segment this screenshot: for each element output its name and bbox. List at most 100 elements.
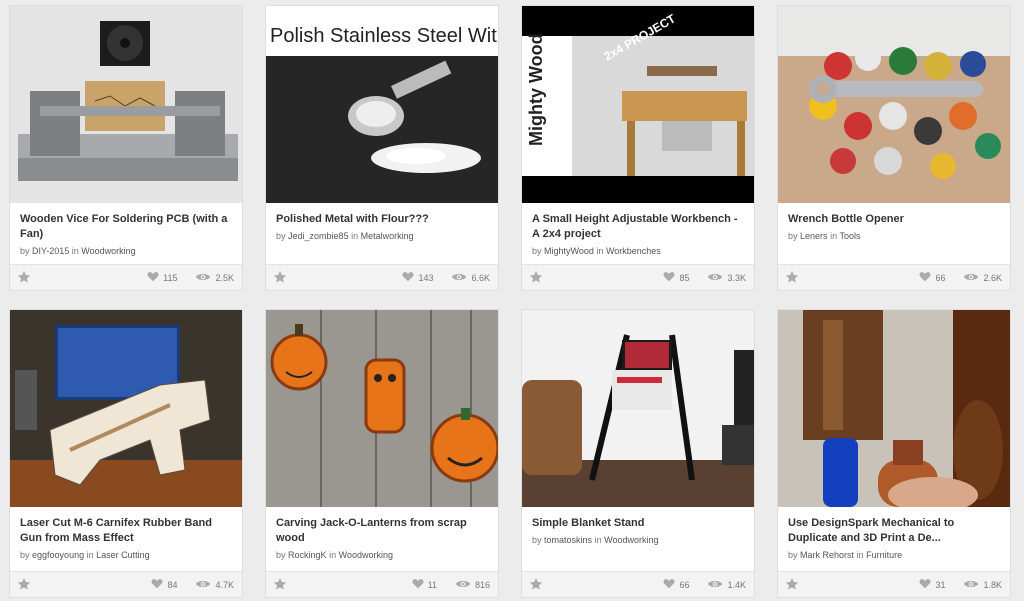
- heart-icon: [412, 578, 424, 591]
- views-count: 816: [474, 579, 490, 590]
- category-link[interactable]: Metalworking: [361, 231, 414, 241]
- project-title[interactable]: Carving Jack-O-Lanterns from scrap wood: [276, 516, 490, 546]
- project-title[interactable]: Use DesignSpark Mechanical to Duplicate …: [788, 516, 1002, 546]
- project-meta: by Leners in Tools: [788, 231, 1002, 241]
- project-title[interactable]: Wrench Bottle Opener: [788, 212, 1002, 227]
- category-link[interactable]: Woodworking: [339, 550, 393, 560]
- project-meta: by eggfooyoung in Laser Cutting: [20, 550, 234, 560]
- card-footer: 66 1.4K: [522, 571, 754, 597]
- card-footer: 31 1.8K: [778, 571, 1010, 597]
- in-label: in: [856, 550, 864, 560]
- heart-icon: [663, 578, 675, 591]
- project-card[interactable]: Use DesignSpark Mechanical to Duplicate …: [777, 309, 1011, 598]
- favorites-count: 66: [935, 272, 946, 283]
- project-thumbnail[interactable]: [266, 310, 498, 507]
- card-stats: 84 4.7K: [151, 578, 234, 591]
- card-stats: 66 2.6K: [919, 271, 1002, 284]
- views-count: 2.6K: [983, 272, 1002, 283]
- heart-icon: [151, 578, 163, 591]
- project-thumbnail[interactable]: Polish Stainless Steel With Flour: [266, 6, 498, 203]
- star-icon[interactable]: [785, 270, 799, 284]
- by-label: by: [276, 550, 286, 560]
- author-link[interactable]: Leners: [800, 231, 828, 241]
- project-thumbnail[interactable]: [778, 310, 1010, 507]
- project-title[interactable]: Wooden Vice For Soldering PCB (with a Fa…: [20, 212, 234, 242]
- project-card[interactable]: Wooden Vice For Soldering PCB (with a Fa…: [9, 5, 243, 291]
- views-count: 1.4K: [727, 579, 746, 590]
- author-link[interactable]: eggfooyoung: [32, 550, 84, 560]
- eye-icon: [451, 272, 467, 284]
- star-icon[interactable]: [17, 577, 31, 591]
- by-label: by: [788, 231, 798, 241]
- favorites-count: 66: [679, 579, 690, 590]
- project-meta: by tomatoskins in Woodworking: [532, 535, 746, 545]
- star-icon[interactable]: [17, 270, 31, 284]
- category-link[interactable]: Workbenches: [606, 246, 661, 256]
- heart-icon: [402, 271, 414, 284]
- project-card[interactable]: Wrench Bottle Opener by Leners in Tools …: [777, 5, 1011, 291]
- author-link[interactable]: tomatoskins: [544, 535, 592, 545]
- views-count: 6.6K: [471, 272, 490, 283]
- project-card[interactable]: Simple Blanket Stand by tomatoskins in W…: [521, 309, 755, 598]
- in-label: in: [596, 246, 604, 256]
- project-meta: by MightyWood in Workbenches: [532, 246, 746, 256]
- project-title[interactable]: Simple Blanket Stand: [532, 516, 746, 531]
- card-stats: 11 816: [412, 578, 490, 591]
- category-link[interactable]: Furniture: [866, 550, 902, 560]
- heart-icon: [919, 271, 931, 284]
- svg-text:Mighty Wood: Mighty Wood: [526, 33, 546, 146]
- star-icon[interactable]: [529, 577, 543, 591]
- project-card[interactable]: Carving Jack-O-Lanterns from scrap wood …: [265, 309, 499, 598]
- card-stats: 31 1.8K: [919, 578, 1002, 591]
- favorites-count: 31: [935, 579, 946, 590]
- views-count: 3.3K: [727, 272, 746, 283]
- project-card[interactable]: Polish Stainless Steel With Flour Polish…: [265, 5, 499, 291]
- project-thumbnail[interactable]: [778, 6, 1010, 203]
- category-link[interactable]: Woodworking: [81, 246, 135, 256]
- favorites-count: 143: [418, 272, 434, 283]
- favorites-count: 84: [167, 579, 178, 590]
- category-link[interactable]: Tools: [839, 231, 860, 241]
- project-meta: by Jedi_zombie85 in Metalworking: [276, 231, 490, 241]
- category-link[interactable]: Laser Cutting: [96, 550, 150, 560]
- project-thumbnail[interactable]: [10, 6, 242, 203]
- favorites-count: 85: [679, 272, 690, 283]
- eye-icon: [963, 579, 979, 591]
- star-icon[interactable]: [273, 577, 287, 591]
- views-count: 1.8K: [983, 579, 1002, 590]
- author-link[interactable]: Jedi_zombie85: [288, 231, 349, 241]
- heart-icon: [663, 271, 675, 284]
- project-title[interactable]: A Small Height Adjustable Workbench - A …: [532, 212, 746, 242]
- eye-icon: [455, 579, 471, 591]
- project-card[interactable]: Mighty Wood 2x4 PROJECT A Small Height A…: [521, 5, 755, 291]
- project-title[interactable]: Laser Cut M-6 Carnifex Rubber Band Gun f…: [20, 516, 234, 546]
- author-link[interactable]: MightyWood: [544, 246, 594, 256]
- project-title[interactable]: Polished Metal with Flour???: [276, 212, 490, 227]
- project-meta: by DIY-2015 in Woodworking: [20, 246, 234, 256]
- card-footer: 84 4.7K: [10, 571, 242, 597]
- author-link[interactable]: Mark Rehorst: [800, 550, 854, 560]
- project-thumbnail[interactable]: [10, 310, 242, 507]
- author-link[interactable]: DIY-2015: [32, 246, 69, 256]
- project-thumbnail[interactable]: Mighty Wood 2x4 PROJECT: [522, 6, 754, 203]
- views-count: 2.5K: [215, 272, 234, 283]
- star-icon[interactable]: [273, 270, 287, 284]
- eye-icon: [707, 272, 723, 284]
- in-label: in: [329, 550, 337, 560]
- author-link[interactable]: RockingK: [288, 550, 327, 560]
- card-stats: 115 2.5K: [147, 271, 234, 284]
- by-label: by: [788, 550, 798, 560]
- by-label: by: [276, 231, 286, 241]
- eye-icon: [195, 579, 211, 591]
- star-icon[interactable]: [529, 270, 543, 284]
- eye-icon: [195, 272, 211, 284]
- project-card[interactable]: Laser Cut M-6 Carnifex Rubber Band Gun f…: [9, 309, 243, 598]
- views-count: 4.7K: [215, 579, 234, 590]
- project-thumbnail[interactable]: [522, 310, 754, 507]
- category-link[interactable]: Woodworking: [604, 535, 658, 545]
- in-label: in: [594, 535, 602, 545]
- star-icon[interactable]: [785, 577, 799, 591]
- by-label: by: [20, 550, 30, 560]
- card-footer: 66 2.6K: [778, 264, 1010, 290]
- in-label: in: [86, 550, 94, 560]
